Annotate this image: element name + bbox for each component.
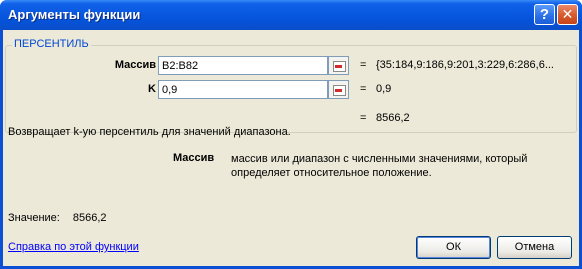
total-equals: = [360,112,367,124]
dialog-body: ПЕРСЕНТИЛЬ Массив = {35:184,9:186,9:201,… [3,30,579,266]
title-bar[interactable]: Аргументы функции ? ✕ [0,0,582,30]
cancel-button[interactable]: Отмена [497,236,572,259]
ok-button[interactable]: ОК [416,236,491,259]
arg-help-text: массив или диапазон с численными значени… [231,153,528,179]
function-help-link[interactable]: Справка по этой функции [8,241,139,253]
close-button[interactable]: ✕ [557,4,578,25]
dialog-title: Аргументы функции [8,7,141,22]
k-input[interactable] [158,80,328,99]
result-label: Значение: [8,212,60,224]
function-arguments-dialog: Аргументы функции ? ✕ ПЕРСЕНТИЛЬ Массив … [0,0,582,269]
total-result: 8566,2 [376,112,410,124]
ref-arrow-icon [335,89,342,92]
help-button[interactable]: ? [534,4,555,25]
array-equals: = [360,59,367,71]
array-ref-button[interactable] [328,56,349,75]
array-value-preview: {35:184,9:186,9:201,3:229,6:286,6... [376,59,554,71]
function-group-box: ПЕРСЕНТИЛЬ Массив = {35:184,9:186,9:201,… [5,38,577,133]
function-description: Возвращает k-ую персентиль для значений … [8,126,291,138]
arg-label-k: K [148,83,156,95]
k-value-preview: 0,9 [376,83,392,95]
k-ref-button[interactable] [328,80,349,99]
formula-result: Значение: 8566,2 [8,212,107,224]
ref-arrow-icon [335,65,342,68]
function-name: ПЕРСЕНТИЛЬ [12,38,91,50]
k-equals: = [360,83,367,95]
arg-label-array: Массив [114,59,156,71]
arg-help-name: Массив [173,152,215,164]
array-input[interactable] [158,56,328,75]
result-value: 8566,2 [72,212,107,224]
